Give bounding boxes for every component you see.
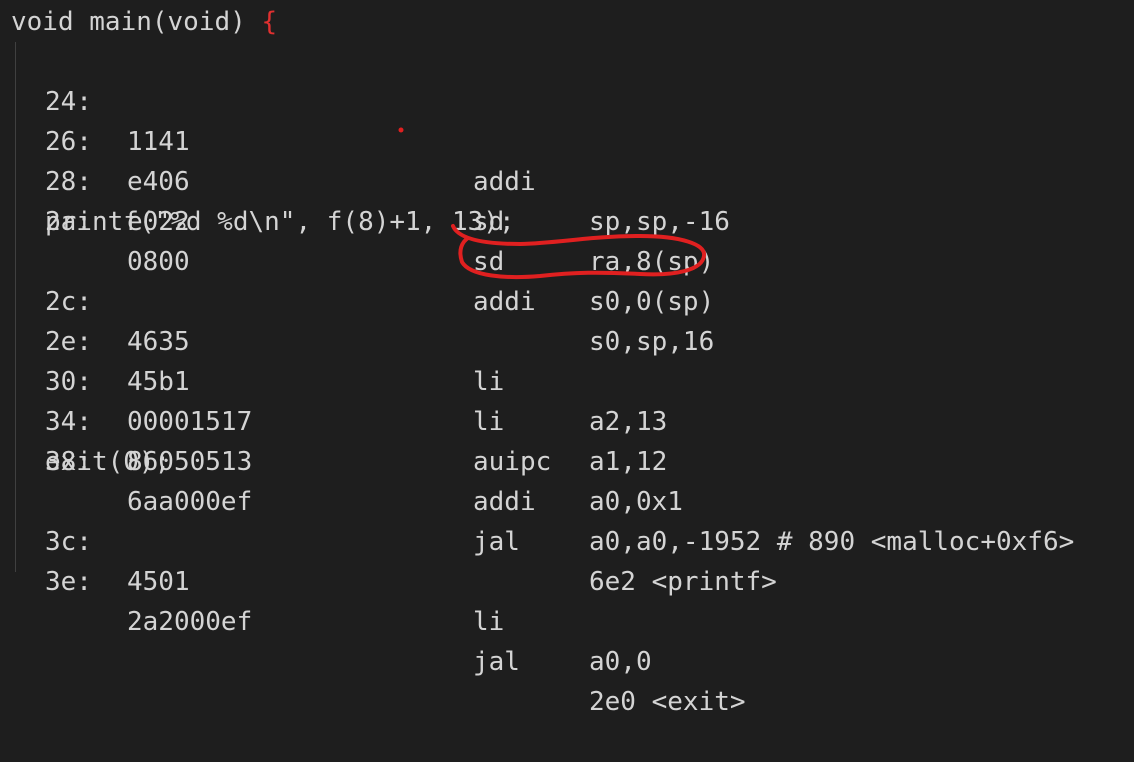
function-header: void main(void) {	[11, 2, 277, 42]
asm-operands: 2e0 <exit>	[589, 687, 746, 717]
asm-line: 2a: 0800 addi s0,sp,16	[0, 162, 1134, 357]
asm-address: 3e:	[45, 567, 92, 597]
asm-mnemonic: jal	[473, 647, 520, 677]
asm-operands: sp,sp,-16	[589, 207, 730, 237]
asm-line: 28: e022 sd s0,0(sp)	[0, 122, 1134, 317]
asm-line: 38: 6aa000ef jal 6e2 <printf>	[0, 402, 1134, 597]
asm-operands: a0,0	[589, 647, 652, 677]
asm-line: 26: e406 sd ra,8(sp)	[0, 82, 1134, 277]
asm-line-highlighted: 2c: 4635 li a2,13	[0, 242, 1134, 437]
asm-line: 34: 86050513 addi a0,a0,-1952 # 890 <mal…	[0, 362, 1134, 557]
asm-line: 3e: 2a2000ef jal 2e0 <exit>	[0, 522, 1134, 717]
asm-line: 24: 1141 addi sp,sp,-16	[0, 42, 1134, 237]
source-line-exit: exit(0);	[45, 447, 171, 477]
asm-hex: 2a2000ef	[127, 607, 253, 637]
asm-hex: 4501	[127, 567, 190, 597]
asm-operands: 6e2 <printf>	[589, 567, 777, 597]
asm-mnemonic: li	[473, 607, 505, 637]
asm-line: 2e: 45b1 li a1,12	[0, 282, 1134, 477]
source-line-printf: printf("%d %d\n", f(8)+1, 13);	[45, 207, 515, 237]
asm-line: 30: 00001517 auipc a0,0x1	[0, 322, 1134, 517]
code-editor: void main(void) { 24: 1141 addi sp,sp,-1…	[0, 0, 1134, 717]
asm-line: 3c: 4501 li a0,0	[0, 482, 1134, 677]
asm-operands: a1,12	[589, 447, 668, 477]
open-brace: {	[261, 7, 278, 37]
function-signature: void main(void)	[11, 7, 262, 37]
asm-mnemonic: auipc	[473, 447, 552, 477]
